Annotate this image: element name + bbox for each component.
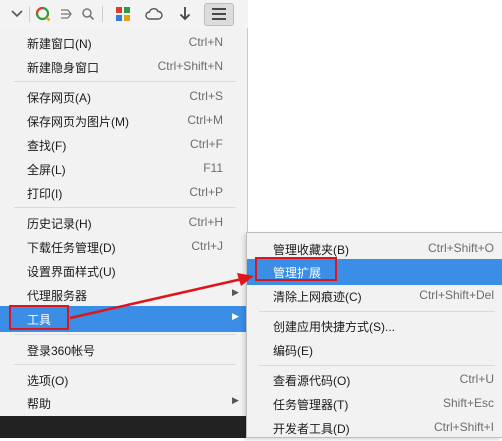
annotation-arrow-icon [69,273,254,320]
